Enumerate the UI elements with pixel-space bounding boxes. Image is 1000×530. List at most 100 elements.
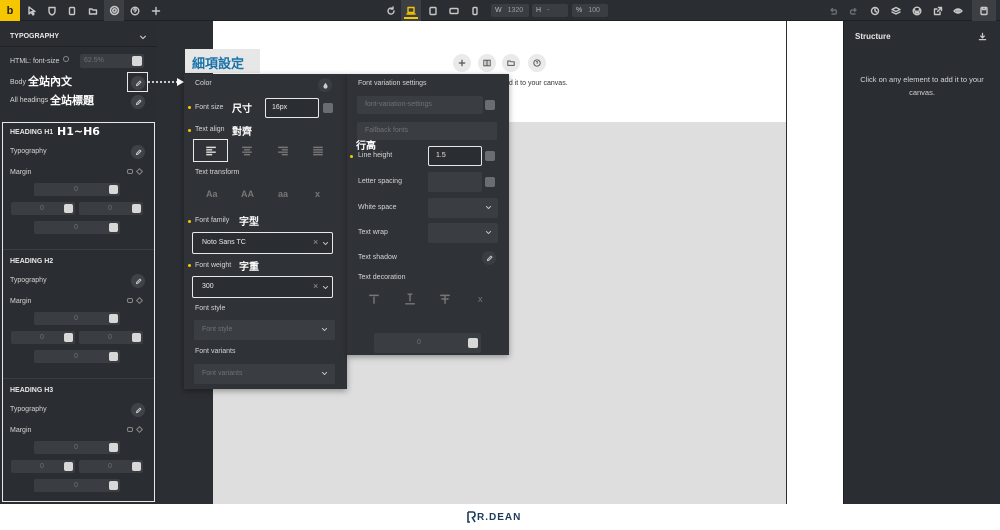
- margin-input[interactable]: 0: [34, 312, 120, 325]
- arrow-icon: [148, 78, 184, 86]
- underline-icon[interactable]: [404, 293, 416, 305]
- unit-icon[interactable]: [485, 151, 495, 161]
- margin-label: Margin: [10, 169, 32, 176]
- unit-icon[interactable]: [485, 177, 495, 187]
- text-align-annotation: 對齊: [232, 127, 252, 138]
- pencil-icon[interactable]: [131, 274, 145, 288]
- tablet-landscape-icon[interactable]: [423, 0, 443, 21]
- margin-input[interactable]: 0: [34, 183, 120, 196]
- wordpress-icon[interactable]: [907, 0, 927, 21]
- shield-icon[interactable]: [42, 0, 62, 21]
- text-wrap-select[interactable]: [428, 223, 498, 243]
- font-variation-input[interactable]: font-variation-settings: [357, 96, 483, 114]
- white-space-select[interactable]: [428, 198, 498, 218]
- text-transform-option[interactable]: aa: [278, 189, 288, 199]
- text-transform-option[interactable]: x: [315, 189, 320, 199]
- text-wrap-label: Text wrap: [358, 229, 388, 236]
- align-left-button[interactable]: [193, 139, 228, 162]
- font-size-input[interactable]: 16px: [265, 98, 319, 118]
- pencil-icon[interactable]: [131, 145, 145, 159]
- align-center-icon[interactable]: [241, 145, 253, 157]
- zoom-input[interactable]: % 100: [572, 4, 608, 17]
- top-toolbar: b W 1320 H- % 100: [0, 0, 1000, 21]
- margin-input[interactable]: 0: [34, 221, 120, 234]
- pencil-icon[interactable]: [131, 76, 145, 90]
- font-style-label: Font style: [195, 305, 226, 312]
- margin-input[interactable]: 0: [34, 350, 120, 363]
- font-variation-label: Font variation settings: [358, 80, 427, 87]
- mobile-icon[interactable]: [465, 0, 485, 21]
- margin-input[interactable]: 0: [11, 202, 75, 215]
- line-through-icon[interactable]: [439, 293, 451, 305]
- unit-icon[interactable]: [323, 103, 333, 113]
- font-size-label: Font size: [195, 104, 224, 111]
- plus-icon[interactable]: [146, 0, 166, 21]
- color-drop-icon[interactable]: [318, 78, 332, 92]
- info-icon[interactable]: [63, 56, 69, 62]
- overline-icon[interactable]: [368, 293, 380, 305]
- folder-icon[interactable]: [83, 0, 103, 21]
- detail-settings-callout: 細項設定: [185, 49, 260, 73]
- gear-icon[interactable]: [104, 0, 124, 21]
- margin-input[interactable]: 0: [79, 202, 143, 215]
- no-decoration-icon[interactable]: x: [478, 294, 483, 304]
- chevron-down-icon: [322, 241, 329, 246]
- letter-spacing-input[interactable]: [428, 172, 482, 192]
- desktop-icon[interactable]: [401, 0, 421, 21]
- font-family-select[interactable]: Noto Sans TC ×: [192, 232, 333, 254]
- html-font-size-input[interactable]: 62.5%: [80, 54, 144, 68]
- margin-input[interactable]: 0: [34, 441, 120, 454]
- margin-input[interactable]: 0: [11, 331, 75, 344]
- heading-title: HEADING H3: [10, 387, 54, 394]
- bottom-value-input[interactable]: 0: [374, 333, 481, 353]
- font-weight-select[interactable]: 300 ×: [192, 276, 333, 298]
- margin-input[interactable]: 0: [11, 460, 75, 473]
- align-right-icon[interactable]: [277, 145, 289, 157]
- columns-icon[interactable]: [478, 54, 496, 72]
- font-variants-select[interactable]: Font variants: [194, 364, 335, 384]
- typography-section-header[interactable]: TYPOGRAPHY: [0, 29, 157, 47]
- help-icon[interactable]: [125, 0, 145, 21]
- save-icon[interactable]: [972, 0, 996, 21]
- folder-icon[interactable]: [502, 54, 520, 72]
- pages-icon[interactable]: [62, 0, 82, 21]
- line-height-input[interactable]: 1.5: [428, 146, 482, 166]
- pencil-icon[interactable]: [131, 95, 145, 109]
- align-justify-icon[interactable]: [312, 145, 324, 157]
- pencil-icon[interactable]: [131, 403, 145, 417]
- font-family-label: Font family: [195, 217, 230, 224]
- typography-popup-left: Color Font size 尺寸 16px Text align 對齊 Te…: [184, 74, 347, 389]
- margin-input[interactable]: 0: [79, 331, 143, 344]
- preview-icon[interactable]: [948, 0, 968, 21]
- margin-input[interactable]: 0: [79, 460, 143, 473]
- tablet-icon[interactable]: [444, 0, 464, 21]
- link-icon[interactable]: [127, 298, 133, 303]
- link-icon[interactable]: [127, 169, 133, 174]
- add-icon[interactable]: [453, 54, 471, 72]
- link-icon[interactable]: [127, 427, 133, 432]
- text-transform-option[interactable]: AA: [241, 189, 254, 199]
- font-style-select[interactable]: Font style: [194, 320, 335, 340]
- margin-input[interactable]: 0: [34, 479, 120, 492]
- font-weight-label: Font weight: [195, 262, 232, 269]
- text-transform-option[interactable]: Aa: [206, 189, 218, 199]
- layers-icon[interactable]: [886, 0, 906, 21]
- refresh-icon[interactable]: [381, 0, 401, 21]
- builder-logo[interactable]: b: [0, 0, 20, 21]
- brand-icon: [467, 511, 476, 523]
- download-icon[interactable]: [978, 32, 987, 41]
- pencil-icon[interactable]: [482, 251, 496, 265]
- footer: R.DEAN: [0, 504, 1000, 530]
- external-link-icon[interactable]: [928, 0, 948, 21]
- heading-divider: [3, 378, 154, 379]
- undo-icon[interactable]: [823, 0, 843, 21]
- height-input[interactable]: H-: [532, 4, 568, 17]
- fallback-fonts-input[interactable]: Fallback fonts: [357, 122, 497, 140]
- width-input[interactable]: W 1320: [491, 4, 529, 17]
- font-family-annotation: 字型: [239, 217, 259, 228]
- history-icon[interactable]: [865, 0, 885, 21]
- help-icon[interactable]: [528, 54, 546, 72]
- unit-icon[interactable]: [485, 100, 495, 110]
- cursor-icon[interactable]: [22, 0, 42, 21]
- redo-icon[interactable]: [844, 0, 864, 21]
